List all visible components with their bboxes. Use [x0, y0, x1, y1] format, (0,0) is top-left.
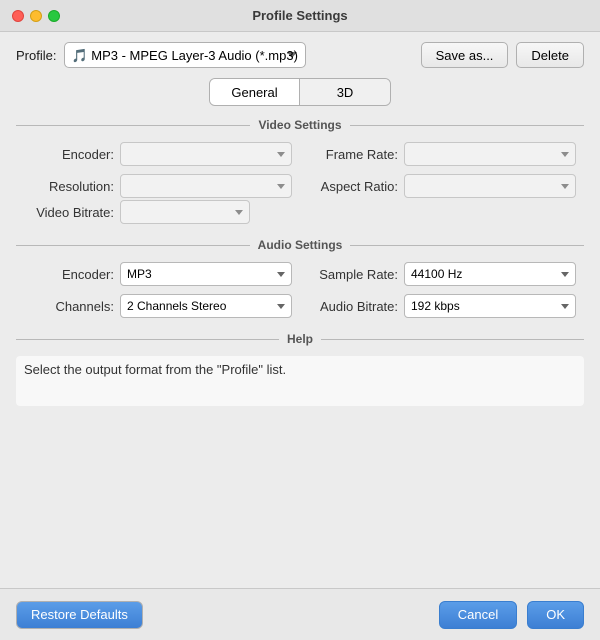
channels-field-row: Channels: 2 Channels Stereo [24, 294, 292, 318]
video-settings-title: Video Settings [258, 118, 341, 132]
channels-select[interactable]: 2 Channels Stereo [120, 294, 292, 318]
title-bar: Profile Settings [0, 0, 600, 32]
audio-encoder-field-row: Encoder: MP3 [24, 262, 292, 286]
audio-encoder-select[interactable]: MP3 [120, 262, 292, 286]
audio-bitrate-label: Audio Bitrate: [308, 299, 398, 314]
resolution-select[interactable] [120, 174, 292, 198]
help-line-right [321, 339, 584, 340]
delete-button[interactable]: Delete [516, 42, 584, 68]
video-bitrate-select[interactable] [120, 200, 250, 224]
sample-rate-field-row: Sample Rate: 44100 Hz [308, 262, 576, 286]
video-bitrate-row: Video Bitrate: [16, 200, 584, 224]
audio-section-line-left [16, 245, 250, 246]
resolution-label: Resolution: [24, 179, 114, 194]
cancel-button[interactable]: Cancel [439, 601, 517, 629]
profile-label: Profile: [16, 48, 56, 63]
restore-defaults-button[interactable]: Restore Defaults [16, 601, 143, 629]
audio-settings-section: Audio Settings Encoder: MP3 Sample Rate:… [16, 238, 584, 318]
minimize-button[interactable] [30, 10, 42, 22]
help-text: Select the output format from the "Profi… [16, 356, 584, 406]
encoder-select[interactable] [120, 142, 292, 166]
resolution-field-row: Resolution: [24, 174, 292, 198]
tab-group: General 3D [209, 78, 391, 106]
bottom-bar-left: Restore Defaults [16, 601, 439, 629]
video-settings-header: Video Settings [16, 118, 584, 132]
aspect-ratio-select[interactable] [404, 174, 576, 198]
audio-section-line-right [350, 245, 584, 246]
main-content: Profile: 🎵 MP3 - MPEG Layer-3 Audio (*.m… [0, 32, 600, 426]
aspect-ratio-field-row: Aspect Ratio: [308, 174, 576, 198]
audio-fields-grid: Encoder: MP3 Sample Rate: 44100 Hz Chann… [16, 262, 584, 318]
audio-settings-title: Audio Settings [258, 238, 343, 252]
help-line-left [16, 339, 279, 340]
section-line-left [16, 125, 250, 126]
profile-select-wrapper: 🎵 MP3 - MPEG Layer-3 Audio (*.mp3) [64, 42, 412, 68]
tab-3d[interactable]: 3D [300, 79, 390, 105]
section-line-right [350, 125, 584, 126]
sample-rate-label: Sample Rate: [308, 267, 398, 282]
window-title: Profile Settings [252, 8, 347, 23]
tab-general[interactable]: General [210, 79, 300, 105]
channels-label: Channels: [24, 299, 114, 314]
ok-button[interactable]: OK [527, 601, 584, 629]
audio-encoder-label: Encoder: [24, 267, 114, 282]
frame-rate-select[interactable] [404, 142, 576, 166]
close-button[interactable] [12, 10, 24, 22]
aspect-ratio-label: Aspect Ratio: [308, 179, 398, 194]
help-header: Help [16, 332, 584, 346]
bottom-bar: Restore Defaults Cancel OK [0, 588, 600, 640]
video-settings-section: Video Settings Encoder: Frame Rate: Reso… [16, 118, 584, 224]
profile-select[interactable]: 🎵 MP3 - MPEG Layer-3 Audio (*.mp3) [64, 42, 306, 68]
profile-row: Profile: 🎵 MP3 - MPEG Layer-3 Audio (*.m… [16, 42, 584, 68]
tabs-row: General 3D [16, 78, 584, 106]
help-title: Help [287, 332, 313, 346]
video-bitrate-label: Video Bitrate: [24, 205, 114, 220]
video-fields-grid: Encoder: Frame Rate: Resolution: [16, 142, 584, 198]
audio-settings-header: Audio Settings [16, 238, 584, 252]
help-section: Help Select the output format from the "… [16, 332, 584, 406]
encoder-label: Encoder: [24, 147, 114, 162]
sample-rate-select[interactable]: 44100 Hz [404, 262, 576, 286]
audio-bitrate-field-row: Audio Bitrate: 192 kbps [308, 294, 576, 318]
save-as-button[interactable]: Save as... [421, 42, 509, 68]
encoder-field-row: Encoder: [24, 142, 292, 166]
traffic-lights [12, 10, 60, 22]
frame-rate-label: Frame Rate: [308, 147, 398, 162]
maximize-button[interactable] [48, 10, 60, 22]
audio-bitrate-select[interactable]: 192 kbps [404, 294, 576, 318]
bottom-bar-right: Cancel OK [439, 601, 584, 629]
frame-rate-field-row: Frame Rate: [308, 142, 576, 166]
